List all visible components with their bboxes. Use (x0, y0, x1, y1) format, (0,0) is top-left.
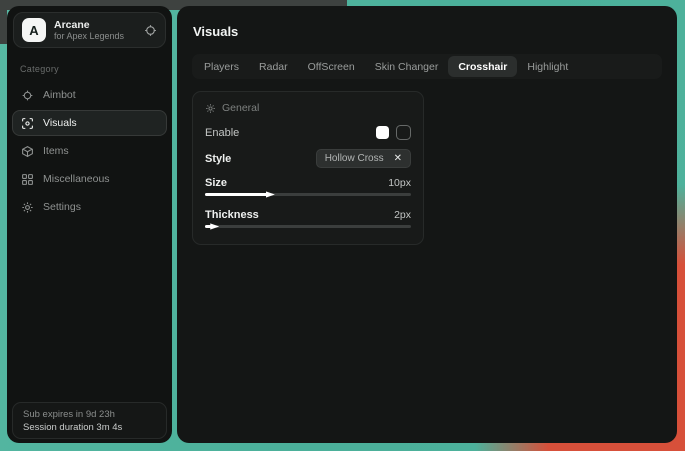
size-slider[interactable] (205, 193, 411, 196)
size-label: Size (205, 177, 227, 189)
sidebar-item-aimbot[interactable]: Aimbot (12, 82, 167, 108)
tab-players[interactable]: Players (194, 56, 249, 77)
size-value: 10px (388, 177, 411, 189)
package-icon (21, 145, 34, 158)
style-row: Style Hollow Cross ✕ (205, 149, 411, 168)
sidebar-item-items[interactable]: Items (12, 138, 167, 164)
app-subtitle: for Apex Legends (54, 31, 136, 41)
thickness-label: Thickness (205, 209, 259, 221)
tab-skin-changer[interactable]: Skin Changer (365, 56, 449, 77)
panel-title: General (222, 102, 259, 114)
general-panel: General Enable Style Hollow Cross ✕ Size… (192, 91, 424, 245)
tab-bar: Players Radar OffScreen Skin Changer Cro… (192, 54, 662, 79)
enable-label: Enable (205, 127, 239, 139)
gear-icon (205, 103, 216, 114)
sidebar-item-label: Settings (43, 201, 81, 213)
app-logo: A (22, 18, 46, 42)
session-duration-text: Session duration 3m 4s (23, 422, 156, 433)
subscription-info-box: Sub expires in 9d 23h Session duration 3… (12, 402, 167, 439)
style-select[interactable]: Hollow Cross ✕ (316, 149, 411, 168)
sidebar-item-settings[interactable]: Settings (12, 194, 167, 220)
sidebar-item-visuals[interactable]: Visuals (12, 110, 167, 136)
sidebar-item-miscellaneous[interactable]: Miscellaneous (12, 166, 167, 192)
tab-offscreen[interactable]: OffScreen (298, 56, 365, 77)
clear-icon[interactable]: ✕ (394, 154, 402, 164)
page-title: Visuals (193, 24, 662, 39)
sidebar-item-label: Visuals (43, 117, 77, 129)
tab-crosshair[interactable]: Crosshair (448, 56, 517, 77)
desktop-background-gray-edge (0, 0, 7, 44)
sidebar-item-label: Items (43, 145, 69, 157)
eye-scan-icon (21, 117, 34, 130)
enable-row: Enable (205, 125, 411, 140)
thickness-value: 2px (394, 209, 411, 221)
enable-checkbox[interactable] (396, 125, 411, 140)
size-slider-fill (205, 193, 269, 196)
thickness-row: Thickness 2px (205, 209, 411, 221)
brand-card: A Arcane for Apex Legends (13, 12, 166, 48)
grid-icon (21, 173, 34, 186)
sidebar-item-label: Aimbot (43, 89, 76, 101)
style-label: Style (205, 153, 231, 165)
gear-icon (21, 201, 34, 214)
category-label: Category (20, 64, 172, 74)
color-swatch[interactable] (376, 126, 389, 139)
tab-radar[interactable]: Radar (249, 56, 298, 77)
size-row: Size 10px (205, 177, 411, 189)
thickness-slider[interactable] (205, 225, 411, 228)
sidebar-nav: Aimbot Visuals Items (7, 82, 172, 220)
sidebar: A Arcane for Apex Legends Category Aimbo… (7, 6, 172, 443)
sidebar-item-label: Miscellaneous (43, 173, 110, 185)
sub-expires-text: Sub expires in 9d 23h (23, 409, 156, 420)
main-content: Visuals Players Radar OffScreen Skin Cha… (177, 6, 677, 443)
crosshair-icon (21, 89, 34, 102)
crosshair-icon[interactable] (144, 24, 157, 37)
thickness-slider-thumb[interactable] (210, 222, 219, 231)
style-value: Hollow Cross (325, 153, 384, 164)
app-name: Arcane (54, 19, 136, 31)
tab-highlight[interactable]: Highlight (517, 56, 578, 77)
size-slider-thumb[interactable] (266, 190, 275, 199)
